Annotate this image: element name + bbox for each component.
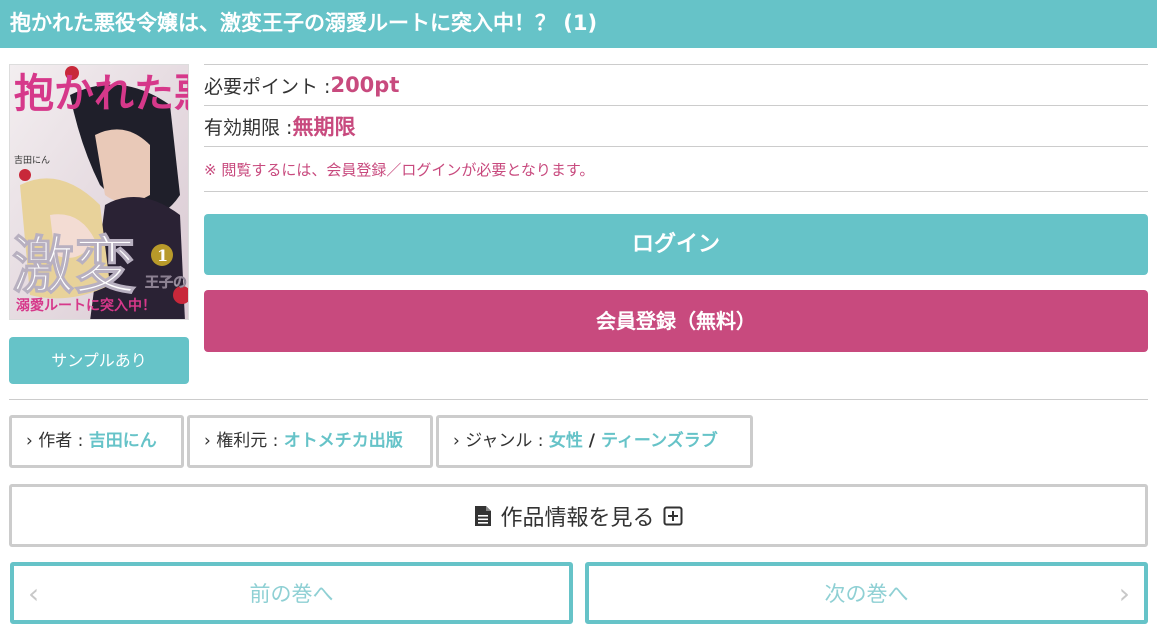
expiration-label: 有効期限 : [204,116,293,139]
page-title: 抱かれた悪役令嬢は、激変王子の溺愛ルートに突入中！？ (1) [0,0,1157,48]
required-points-label: 必要ポイント : [204,75,331,98]
previous-volume-label: 前の巻へ [249,582,334,606]
cover-volume-number: 1 [157,246,168,265]
cover-title-prince: 王子の [145,275,187,291]
cover-title-main: 抱かれた悪役令嬢は、 [14,70,189,117]
plus-square-icon [663,506,683,526]
login-required-note: ※ 閲覧するには、会員登録／ログインが必要となります。 [204,146,1148,192]
sample-button[interactable]: サンプルあり [9,337,189,384]
cover-title-large: 激変 [12,229,136,302]
work-info-button[interactable]: 作品情報を見る [9,484,1148,547]
genre-link-female[interactable]: 女性 [549,431,583,451]
book-cover-image[interactable]: 抱かれた悪役令嬢は、 溺愛ルートに突入中！ 激変 王子の 1 吉田にん [9,64,189,320]
author-label: › 作者 : [26,431,89,451]
next-volume-label: 次の巻へ [824,582,909,606]
author-link[interactable]: 吉田にん [89,431,157,451]
genre-box: › ジャンル : 女性 / ティーンズラブ [436,415,753,468]
rights-holder-link[interactable]: オトメチカ出版 [284,431,403,451]
previous-volume-button[interactable]: ‹ 前の巻へ [10,562,573,624]
rights-holder-label: › 権利元 : [204,431,284,451]
rights-holder-box: › 権利元 : オトメチカ出版 [187,415,433,468]
register-button[interactable]: 会員登録（無料） [204,290,1148,352]
genre-separator: / [582,431,601,451]
genre-label: › ジャンル : [453,431,549,451]
author-box: › 作者 : 吉田にん [9,415,184,468]
expiration-row: 有効期限 : 無期限 [204,105,1148,146]
document-icon [474,505,492,527]
required-points-value: 200pt [330,73,400,97]
expiration-value: 無期限 [292,115,356,139]
next-volume-button[interactable]: 次の巻へ › [585,562,1148,624]
required-points-row: 必要ポイント : 200pt [204,64,1148,105]
work-info-label: 作品情報を見る [500,505,655,531]
cover-author: 吉田にん [14,155,50,166]
chevron-left-icon: ‹ [28,577,40,610]
section-divider [9,399,1148,400]
chevron-right-icon: › [1118,577,1130,610]
genre-link-teens-love[interactable]: ティーンズラブ [601,431,718,451]
login-button[interactable]: ログイン [204,214,1148,275]
